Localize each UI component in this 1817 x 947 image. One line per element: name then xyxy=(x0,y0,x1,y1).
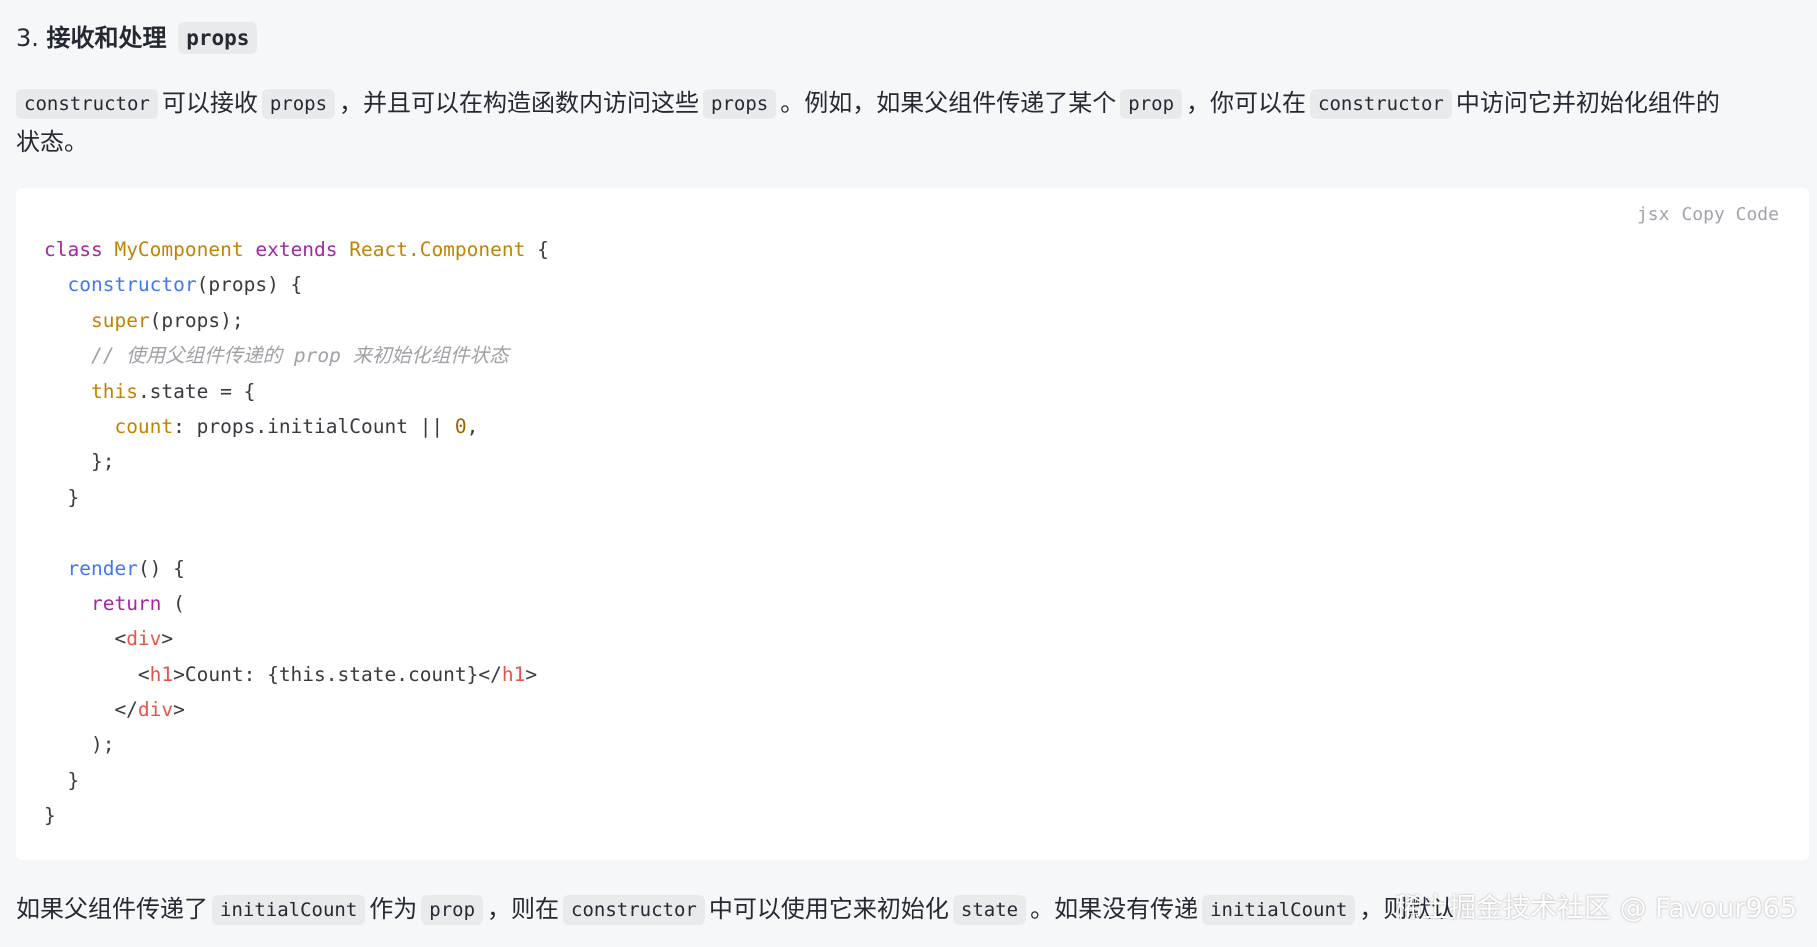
paragraph-text: ，并且可以在构造函数内访问这些 xyxy=(339,89,700,117)
code-token: div xyxy=(137,698,174,722)
code-token: this xyxy=(90,379,138,403)
code-line: this.state = { xyxy=(44,374,549,409)
code-line: <h1>Count: {this.state.count}</h1> xyxy=(44,657,549,692)
code-token: h1 xyxy=(149,662,174,686)
code-token: ); xyxy=(44,733,115,757)
code-token: div xyxy=(126,627,162,651)
paragraph-1: constructor 可以接收 props ，并且可以在构造函数内访问这些 props… xyxy=(16,84,1720,122)
section-heading: 3. 接收和处理 props xyxy=(16,18,261,58)
code-token: class xyxy=(44,238,115,261)
paragraph-text: ，你可以在 xyxy=(1186,89,1307,117)
code-token: MyComponent xyxy=(114,238,256,261)
inline-code: state xyxy=(952,895,1027,925)
code-line: class MyComponent extends React.Componen… xyxy=(44,232,549,267)
code-line: }; xyxy=(44,444,549,479)
code-token: (props); xyxy=(149,308,244,332)
code-line: } xyxy=(44,798,549,833)
code-token: } xyxy=(44,768,80,792)
code-token: >Count: {this.state.count}</ xyxy=(173,662,502,686)
code-token: constructor xyxy=(67,273,197,297)
code-block: jsx Copy Code class MyComponent extends … xyxy=(16,188,1809,860)
code-token: .state = { xyxy=(137,379,256,403)
code-token: < xyxy=(44,627,127,651)
code-line: </div> xyxy=(44,692,549,727)
code-line: ); xyxy=(44,727,549,762)
code-line: render() { xyxy=(44,551,549,586)
code-token: () { xyxy=(137,556,185,580)
code-content: class MyComponent extends React.Componen… xyxy=(44,232,549,834)
code-line: count: props.initialCount || 0, xyxy=(44,409,549,444)
code-token: 0 xyxy=(454,414,467,438)
watermark: 稀土掘金技术社区 @ Favour965 xyxy=(1394,893,1797,924)
code-token: h1 xyxy=(501,662,526,686)
code-token: > xyxy=(173,698,185,722)
paragraph-text: 。如果没有传递 xyxy=(1030,895,1199,923)
paragraph-text: 如果父组件传递了 xyxy=(16,895,208,923)
code-token: </ xyxy=(44,698,138,722)
paragraph-text: 中可以使用它来初始化 xyxy=(708,895,949,923)
inline-code: initialCount xyxy=(212,895,366,925)
inline-code: initialCount xyxy=(1202,895,1356,925)
code-token: } xyxy=(44,804,56,828)
code-line: return ( xyxy=(44,586,549,621)
code-token: > xyxy=(161,627,174,651)
code-token: } xyxy=(44,485,80,509)
code-line: // 使用父组件传递的 prop 来初始化组件状态 xyxy=(44,338,549,373)
inline-code: props xyxy=(703,89,777,119)
code-line: constructor(props) { xyxy=(44,267,549,302)
code-token: ( xyxy=(161,591,185,615)
code-token: : props.initialCount || xyxy=(173,414,455,438)
code-token: }; xyxy=(44,450,115,474)
heading-inline-code: props xyxy=(178,22,258,54)
code-token: extends xyxy=(255,238,350,261)
code-token: super xyxy=(90,308,150,332)
code-line: super(props); xyxy=(44,303,549,338)
code-token: React.Component xyxy=(349,238,526,261)
heading-text: 接收和处理 xyxy=(46,24,167,52)
paragraph-text: ，则在 xyxy=(487,895,560,923)
code-token: return xyxy=(90,591,162,615)
paragraph-text: 状态。 xyxy=(16,128,88,156)
paragraph-text: 可以接收 xyxy=(161,89,258,117)
paragraph-1-continued: 状态。 xyxy=(16,123,88,161)
code-token: (props) { xyxy=(196,273,303,297)
code-line: } xyxy=(44,763,549,798)
paragraph-text: 作为 xyxy=(369,895,418,923)
paragraph-2: 如果父组件传递了 initialCount 作为 prop ，则在 constructor… xyxy=(16,890,1455,928)
code-token: count xyxy=(114,414,174,438)
inline-code: props xyxy=(261,89,336,119)
code-token: > xyxy=(525,662,538,686)
code-language-label: jsx xyxy=(1636,204,1670,225)
heading-number: 3. xyxy=(16,24,39,52)
code-line: <div> xyxy=(44,621,549,656)
paragraph-text: 中访问它并初始化组件的 xyxy=(1455,89,1720,117)
inline-code: prop xyxy=(421,895,484,925)
inline-code: constructor xyxy=(16,89,158,119)
inline-code: constructor xyxy=(1310,89,1452,119)
code-token: render xyxy=(67,556,138,580)
code-line: } xyxy=(44,480,549,515)
code-token: // 使用父组件传递的 prop 来初始化组件状态 xyxy=(44,344,509,368)
inline-code: prop xyxy=(1120,89,1183,119)
code-token: < xyxy=(44,662,150,686)
code-token: , xyxy=(466,414,479,438)
paragraph-text: 。例如，如果父组件传递了某个 xyxy=(780,89,1117,117)
copy-code-button[interactable]: Copy Code xyxy=(1681,204,1779,225)
code-token: { xyxy=(525,238,549,261)
inline-code: constructor xyxy=(563,895,705,925)
code-toolbar: jsx Copy Code xyxy=(1637,204,1779,225)
